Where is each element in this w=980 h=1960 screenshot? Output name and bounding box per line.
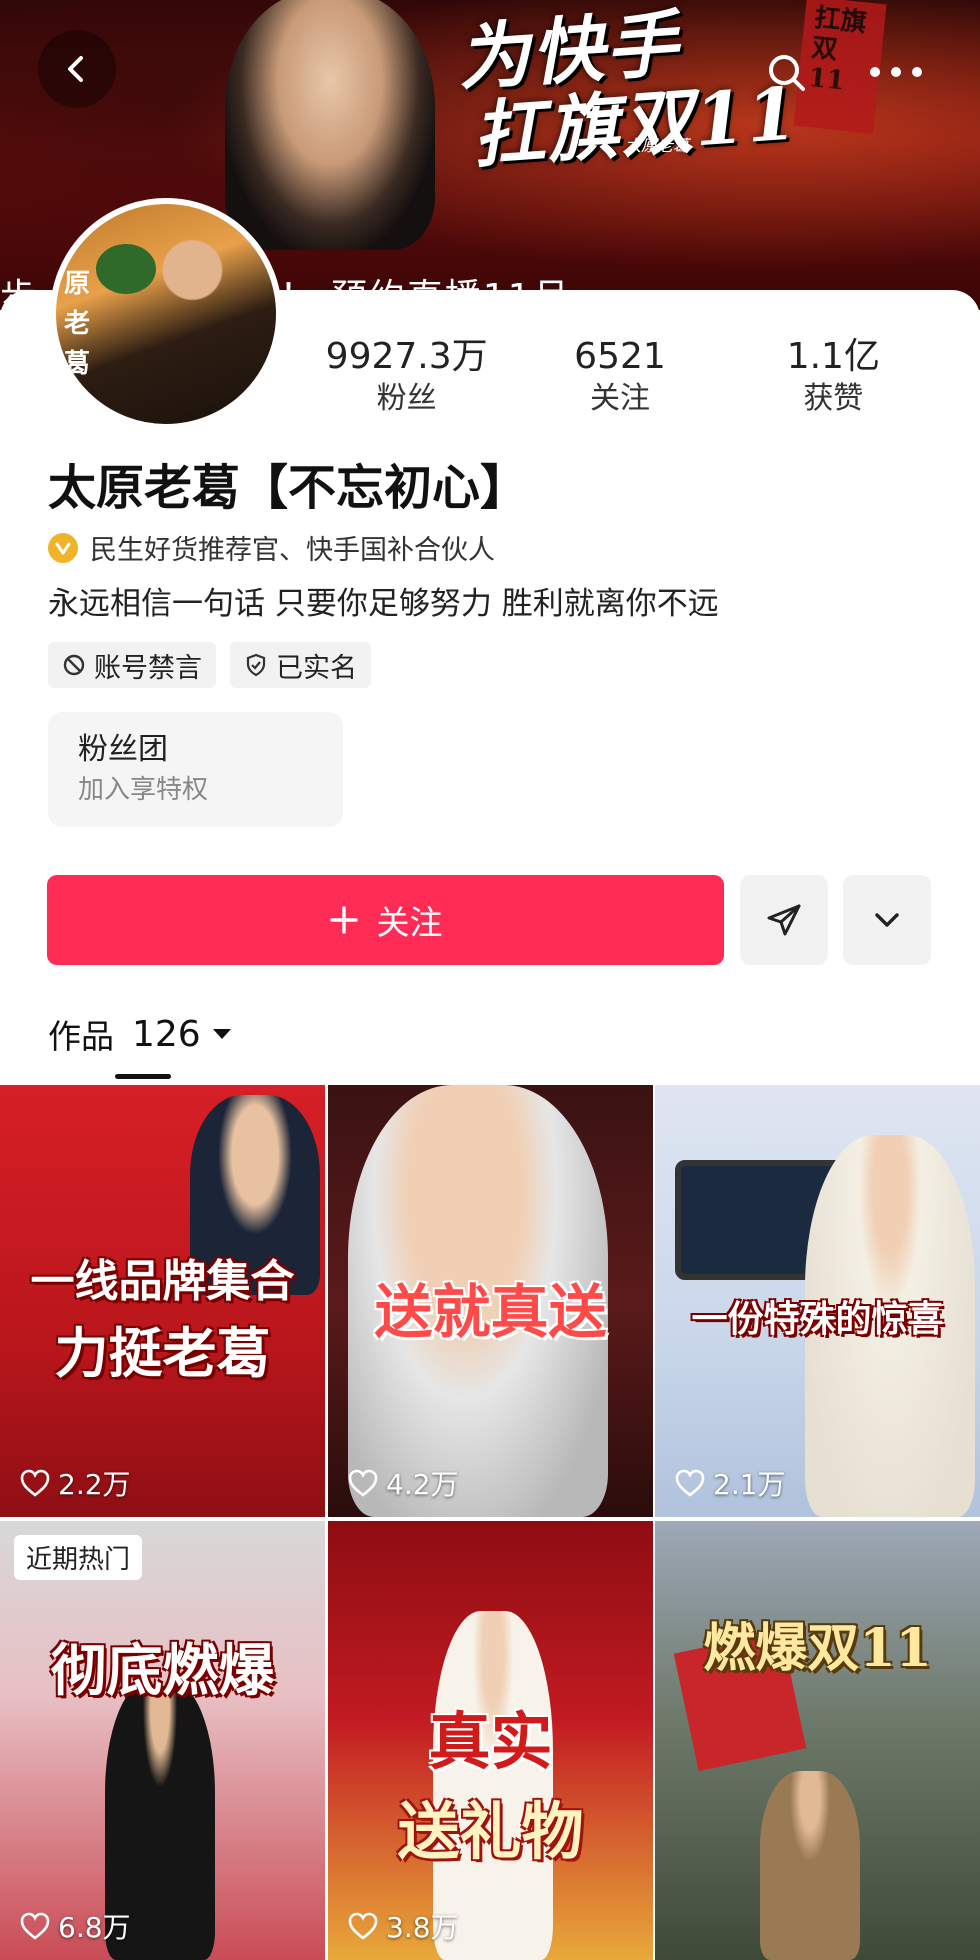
thumbnail-person xyxy=(760,1771,860,1960)
video-grid: 一线品牌集合 力挺老葛 2.2万 送就真送 4.2万 一份特殊的惊喜 2.1万 … xyxy=(0,1085,980,1960)
stat-label: 粉丝 xyxy=(376,381,437,416)
video-thumbnail[interactable]: 送就真送 4.2万 xyxy=(328,1085,653,1517)
heart-icon xyxy=(348,1912,378,1940)
verification-text: 民生好货推荐官、快手国补合伙人 xyxy=(90,535,495,566)
thumbnail-title: 真实 送礼物 xyxy=(328,1691,653,1871)
thumbnail-title: 彻底燃爆 xyxy=(0,1626,325,1707)
thumbnail-title-line: 真实 xyxy=(428,1705,553,1778)
video-thumbnail[interactable]: 燃爆双11 xyxy=(655,1521,980,1960)
more-dots-icon xyxy=(870,67,922,77)
like-count-text: 3.8万 xyxy=(386,1911,459,1944)
profile-tags: 账号禁言 已实名 xyxy=(48,642,371,688)
tab-underline xyxy=(115,1074,171,1079)
like-count: 6.8万 xyxy=(20,1906,131,1946)
more-options-button[interactable] xyxy=(866,52,926,92)
like-count-text: 6.8万 xyxy=(58,1911,131,1944)
thumbnail-title-line: 送就真送 xyxy=(374,1278,607,1346)
thumbnail-title: 送就真送 xyxy=(328,1265,653,1349)
stat-value: 9927.3万 xyxy=(325,336,488,377)
stat-following[interactable]: 6521 关注 xyxy=(513,335,726,425)
thumbnail-title: 一份特殊的惊喜 xyxy=(655,1290,980,1342)
stat-likes[interactable]: 1.1亿 获赞 xyxy=(727,335,940,425)
works-label: 作品 xyxy=(48,1017,114,1056)
like-count: 4.2万 xyxy=(348,1463,459,1503)
like-count-text: 4.2万 xyxy=(386,1468,459,1501)
caret-down-icon xyxy=(211,1027,233,1041)
shield-check-icon xyxy=(244,653,268,677)
stat-label: 关注 xyxy=(589,381,650,416)
back-button[interactable] xyxy=(38,30,116,108)
works-count: 126 xyxy=(132,1013,201,1055)
send-icon xyxy=(767,904,801,936)
like-count: 3.8万 xyxy=(348,1906,459,1946)
tab-works[interactable]: 作品 126 xyxy=(48,1010,233,1058)
plus-icon xyxy=(329,906,358,934)
search-button[interactable] xyxy=(762,48,812,98)
follow-button[interactable]: 关注 xyxy=(47,875,724,965)
like-count: 2.1万 xyxy=(675,1463,786,1503)
tag-label: 已实名 xyxy=(276,652,357,684)
tag-label: 账号禁言 xyxy=(94,652,202,684)
thumbnail-title-line: 送礼物 xyxy=(397,1795,584,1868)
fan-group-title: 粉丝团 xyxy=(78,732,168,767)
stats-row: 9927.3万 粉丝 6521 关注 1.1亿 获赞 xyxy=(300,335,940,425)
video-thumbnail[interactable]: 彻底燃爆 近期热门 6.8万 xyxy=(0,1521,325,1960)
profile-bio: 永远相信一句话 只要你足够努力 胜利就离你不远 xyxy=(48,586,719,622)
video-thumbnail[interactable]: 一线品牌集合 力挺老葛 2.2万 xyxy=(0,1085,325,1517)
arrow-left-icon xyxy=(68,56,83,82)
heart-icon xyxy=(20,1469,50,1497)
stat-fans[interactable]: 9927.3万 粉丝 xyxy=(300,335,513,425)
avatar-text: 原老葛 xyxy=(64,269,91,379)
stat-value: 6521 xyxy=(574,336,666,377)
like-count-text: 2.2万 xyxy=(58,1468,131,1501)
banner-subtitle: 太原老葛 xyxy=(625,136,690,155)
verified-badge-icon xyxy=(48,532,78,563)
follow-label: 关注 xyxy=(376,903,443,942)
stat-label: 获赞 xyxy=(803,381,864,416)
video-thumbnail[interactable]: 一份特殊的惊喜 2.1万 xyxy=(655,1085,980,1517)
thumbnail-title-line: 一线品牌集合 xyxy=(30,1256,295,1307)
ban-icon xyxy=(62,653,86,677)
tag-verified-identity[interactable]: 已实名 xyxy=(230,642,371,688)
heart-icon xyxy=(675,1469,705,1497)
tag-muted[interactable]: 账号禁言 xyxy=(48,642,216,688)
share-button[interactable] xyxy=(740,875,828,965)
thumbnail-title-line: 力挺老葛 xyxy=(54,1321,271,1385)
avatar[interactable]: 原老葛 xyxy=(50,198,282,430)
expand-recommendations-button[interactable] xyxy=(843,875,931,965)
avatar-plant xyxy=(96,244,156,294)
heart-icon xyxy=(20,1912,50,1940)
thumbnail-title: 一线品牌集合 力挺老葛 xyxy=(0,1245,325,1388)
chevron-down-icon xyxy=(875,913,899,927)
banner-portrait xyxy=(225,0,435,250)
thumbnail-title-line: 一份特殊的惊喜 xyxy=(691,1298,944,1340)
video-thumbnail[interactable]: 真实 送礼物 3.8万 xyxy=(328,1521,653,1960)
thumbnail-title-line: 燃爆双11 xyxy=(703,1618,932,1679)
fan-group-card[interactable]: 粉丝团 加入享特权 xyxy=(48,712,343,827)
like-count: 2.2万 xyxy=(20,1463,131,1503)
profile-name: 太原老葛【不忘初心】 xyxy=(48,460,529,516)
fan-group-subtitle: 加入享特权 xyxy=(78,775,209,805)
banner-title-line2: 扛旗双11 xyxy=(470,70,802,178)
thumbnail-title: 燃爆双11 xyxy=(655,1606,980,1681)
verification-row[interactable]: 民生好货推荐官、快手国补合伙人 xyxy=(48,528,495,567)
heart-icon xyxy=(348,1469,378,1497)
thumbnail-title-line: 彻底燃爆 xyxy=(50,1638,275,1704)
like-count-text: 2.1万 xyxy=(713,1468,786,1501)
stat-value: 1.1亿 xyxy=(786,336,880,377)
search-icon xyxy=(769,55,805,91)
trending-badge: 近期热门 xyxy=(14,1535,143,1580)
